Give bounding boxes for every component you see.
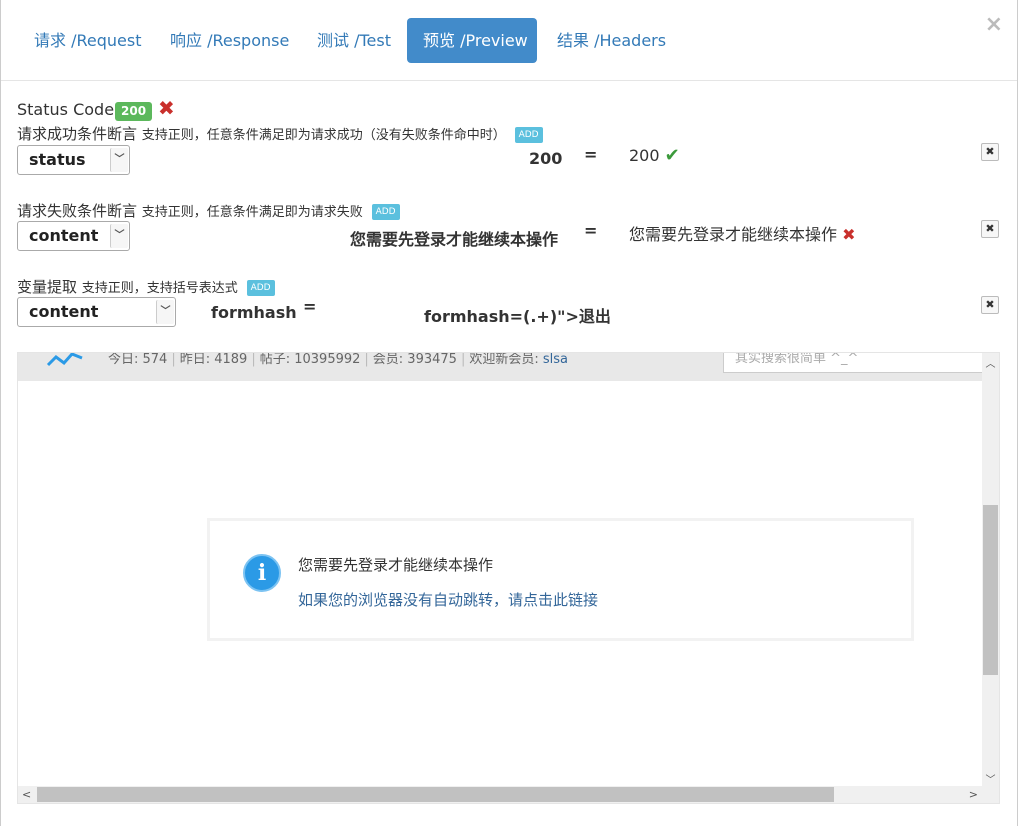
horizontal-scroll-thumb[interactable] [37,787,834,802]
fail-rule-result: 您需要先登录才能继续本操作 ✖ [629,221,856,245]
tab-headers[interactable]: 结果 /Headers [541,18,682,63]
preview-frame[interactable]: 今日: 574 | 昨日: 4189 | 帖子: 10395992 | 会员: 393475… [17,352,1000,804]
new-user-link[interactable]: slsa [543,353,568,367]
request-modal: 请求 /Request 响应 /Response 测试 /Test 预览 /Pr… [0,0,1018,826]
stat-welcome: 欢迎新会员: [469,352,539,367]
extract-pattern[interactable]: formhash=(.+)">退出 [424,303,611,327]
extract-rule-add-button[interactable]: ADD [246,280,275,296]
vertical-scrollbar[interactable]: ︿ ﹀ [982,353,999,788]
fail-rule-add-button[interactable]: ADD [371,204,400,220]
trend-icon [46,353,83,367]
fail-rule-equals: = [584,221,598,240]
extract-field-value: content [29,302,99,321]
fail-rule-title: 请求失败条件断言 支持正则，任意条件满足即为请求失败 ADD [17,200,400,221]
scrollbar-corner [982,786,999,803]
tab-preview[interactable]: 预览 /Preview [407,18,537,63]
stat-yesterday: 昨日: 4189 [179,352,248,367]
scroll-down-icon[interactable]: ﹀ [982,771,999,786]
fail-icon: ✖ [842,225,856,244]
scroll-right-icon[interactable]: > [969,786,978,803]
success-rule-result-text: 200 [629,146,660,165]
preview-search-input[interactable]: 其实搜索很简单 ^_^ [723,353,985,373]
fail-rule-result-text: 您需要先登录才能继续本操作 [629,225,838,244]
success-field-value: status [29,150,86,169]
extract-rule-title: 变量提取 支持正则，支持括号表达式 ADD [17,276,275,297]
stat-today: 今日: 574 [108,352,168,367]
fail-field-select[interactable]: content ﹀ [17,221,130,251]
scroll-up-icon[interactable]: ︿ [982,355,999,370]
preview-stats-bar: 今日: 574 | 昨日: 4189 | 帖子: 10395992 | 会员: 393475… [18,352,985,381]
status-code-label: Status Code: [17,100,120,119]
info-icon: i [243,554,281,592]
vertical-scroll-thumb[interactable] [983,505,998,675]
login-required-message: i 您需要先登录才能继续本操作 如果您的浏览器没有自动跳转，请点击此链接 [207,518,914,641]
extract-rule-hint: 支持正则，支持括号表达式 [81,281,238,296]
success-rule-label: 请求成功条件断言 [17,125,138,143]
message-text: 您需要先登录才能继续本操作 [298,556,494,574]
scroll-left-icon[interactable]: < [22,786,31,803]
success-rule-result: 200 ✔ [629,145,680,166]
remove-extract-rule-button[interactable]: ✖ [981,296,999,314]
success-field-select[interactable]: status ﹀ [17,145,130,175]
remove-fail-rule-button[interactable]: ✖ [981,220,999,238]
fail-rule-label: 请求失败条件断言 [17,202,138,220]
chevron-down-icon: ﹀ [110,148,128,172]
preview-stats: 今日: 574 | 昨日: 4189 | 帖子: 10395992 | 会员: 393475… [108,352,568,367]
horizontal-scrollbar[interactable]: < > [18,786,982,803]
fail-rule-value: 您需要先登录才能继续本操作 [350,230,559,249]
tab-bar: 请求 /Request 响应 /Response 测试 /Test 预览 /Pr… [1,0,1017,81]
fail-rule-hint: 支持正则，任意条件满足即为请求失败 [141,205,363,220]
status-fail-icon: ✖ [158,96,175,120]
tab-response[interactable]: 响应 /Response [154,18,305,63]
success-rule-value: 200 [529,149,563,168]
extract-variable-name[interactable]: formhash [211,303,297,322]
success-rule-hint: 支持正则，任意条件满足即为请求成功（没有失败条件命中时） [141,128,506,143]
status-code-badge: 200 [115,102,153,121]
tab-request[interactable]: 请求 /Request [18,18,157,63]
extract-field-select[interactable]: content ﹀ [17,297,176,327]
extract-rule-label: 变量提取 [17,278,78,296]
extract-rule-equals: = [303,297,317,316]
stat-posts: 帖子: 10395992 [259,352,361,367]
check-icon: ✔ [664,145,680,166]
fail-field-value: content [29,226,99,245]
success-rule-title: 请求成功条件断言 支持正则，任意条件满足即为请求成功（没有失败条件命中时） AD… [17,123,543,144]
success-rule-equals: = [584,145,598,164]
chevron-down-icon: ﹀ [110,224,128,248]
close-icon[interactable]: × [985,14,1003,36]
stat-members: 会员: 393475 [372,352,457,367]
redirect-link[interactable]: 如果您的浏览器没有自动跳转，请点击此链接 [298,589,598,610]
chevron-down-icon: ﹀ [156,300,174,324]
remove-success-rule-button[interactable]: ✖ [981,143,999,161]
success-rule-add-button[interactable]: ADD [514,127,543,143]
tab-test[interactable]: 测试 /Test [301,18,407,63]
